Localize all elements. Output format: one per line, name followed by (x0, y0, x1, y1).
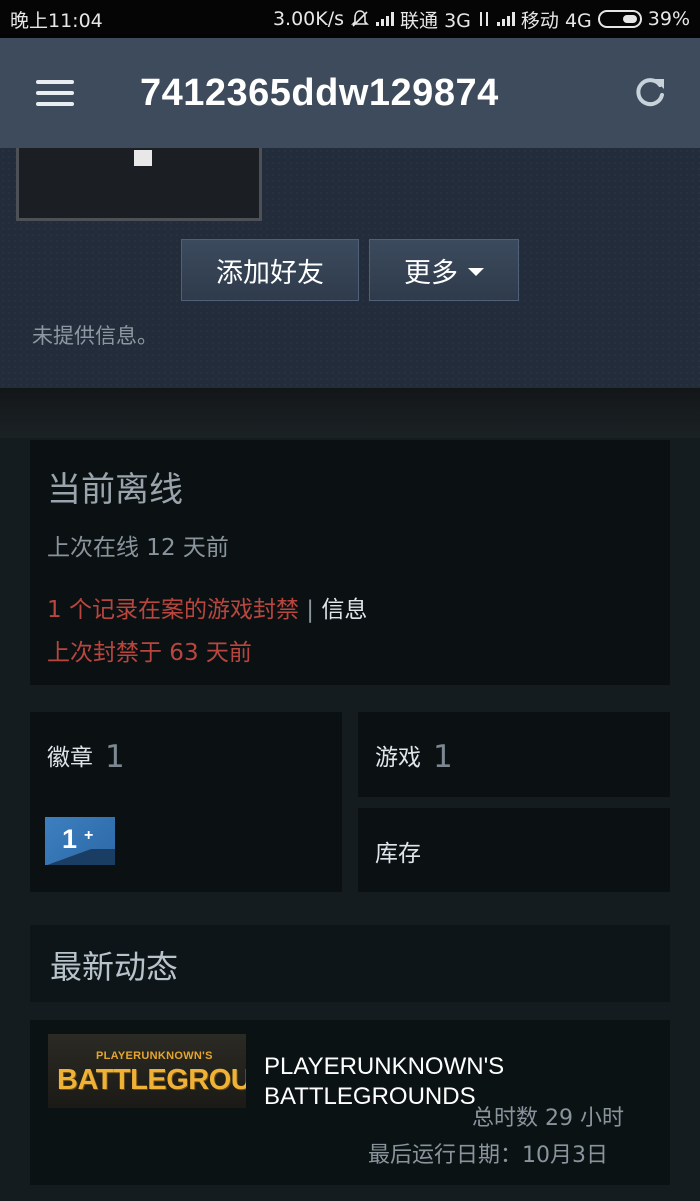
online-status: 当前离线 (47, 470, 183, 510)
refresh-icon[interactable] (630, 73, 670, 113)
mute-bell-icon (351, 10, 369, 27)
data-arrows-icon (479, 12, 488, 26)
ban-text: 1 个记录在案的游戏封禁 (47, 597, 299, 623)
games-panel[interactable]: 游戏 1 (358, 712, 670, 797)
profile-header: 添加好友 更多 未提供信息。 (0, 148, 700, 388)
badge-icon-plus: + (84, 827, 94, 844)
battery-icon (597, 10, 642, 28)
badges-label: 徽章 (47, 745, 93, 771)
avatar (16, 148, 262, 221)
page-title: 7412365ddw129874 (140, 71, 499, 114)
ban-record: 1 个记录在案的游戏封禁 | 信息 (47, 590, 367, 624)
game-logo-big: BATTLEGROUNDS (57, 1064, 246, 1096)
total-hours: 总时数 29 小时 (472, 1106, 624, 1131)
profile-summary: 未提供信息。 (32, 324, 158, 348)
recent-activity-header: 最新动态 (30, 925, 670, 1002)
chevron-down-icon (468, 267, 484, 276)
app-bar: 7412365ddw129874 (0, 38, 700, 148)
carrier-1: 联通 3G (400, 9, 471, 32)
network-speed: 3.00K/s (272, 8, 345, 30)
badges-count: 1 (105, 739, 125, 775)
badges-panel[interactable]: 徽章 1 (30, 712, 342, 892)
menu-icon[interactable] (36, 80, 74, 106)
game-logo-small: PLAYERUNKNOWN'S (96, 1050, 213, 1062)
last-played: 最后运行日期：10月3日 (368, 1143, 608, 1168)
games-label: 游戏 (375, 745, 421, 771)
last-online: 上次在线 12 天前 (47, 535, 229, 561)
last-ban: 上次封禁于 63 天前 (47, 640, 252, 666)
ban-info-link[interactable]: 信息 (321, 597, 367, 623)
badge-icon[interactable]: 1 + (45, 817, 115, 865)
inventory-label: 库存 (375, 841, 421, 867)
games-count: 1 (433, 739, 453, 775)
status-right: 3.00K/s 联通 3G 移动 4G 39% (273, 6, 690, 33)
status-panel: 当前离线 上次在线 12 天前 1 个记录在案的游戏封禁 | 信息 上次封禁于 … (30, 440, 670, 685)
signal-icon-2 (496, 12, 515, 26)
game-thumbnail[interactable]: PLAYERUNKNOWN'S BATTLEGROUNDS (48, 1034, 246, 1108)
status-time: 晚上11:04 (10, 9, 103, 32)
status-bar: 晚上11:04 3.00K/s 联通 3G 移动 4G 39% (0, 0, 700, 38)
inventory-panel[interactable]: 库存 (358, 808, 670, 892)
recent-activity-title: 最新动态 (50, 948, 179, 986)
battery-level: 39% (647, 8, 690, 30)
carrier-2: 移动 4G (520, 9, 592, 32)
add-friend-button[interactable]: 添加好友 (181, 239, 359, 301)
section-divider (0, 388, 700, 438)
game-name-line1: PLAYERUNKNOWN'S (264, 1053, 505, 1080)
games-stat: 游戏 1 (375, 738, 453, 775)
badges-stat: 徽章 1 (47, 738, 125, 775)
badge-icon-text: 1 (62, 824, 78, 854)
ban-separator: | (306, 597, 315, 623)
signal-icon (376, 12, 395, 26)
more-button-label: 更多 (404, 257, 458, 289)
more-button[interactable]: 更多 (369, 239, 519, 301)
